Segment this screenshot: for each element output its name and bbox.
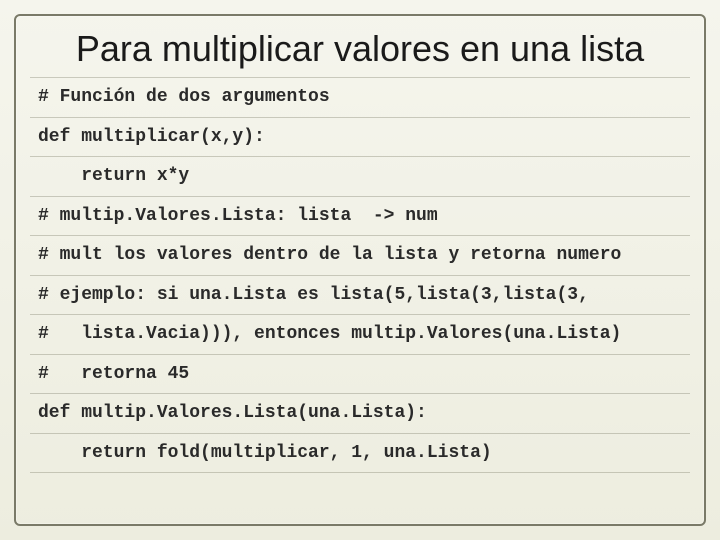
code-line: def multiplicar(x,y): <box>30 117 690 157</box>
slide: Para multiplicar valores en una lista # … <box>0 0 720 540</box>
code-line: return x*y <box>30 156 690 196</box>
code-line: # Función de dos argumentos <box>30 77 690 117</box>
code-line: def multip.Valores.Lista(una.Lista): <box>30 393 690 433</box>
code-line: return fold(multiplicar, 1, una.Lista) <box>30 433 690 474</box>
code-line: # multip.Valores.Lista: lista -> num <box>30 196 690 236</box>
code-line: # retorna 45 <box>30 354 690 394</box>
code-block: # Función de dos argumentos def multipli… <box>16 77 704 473</box>
slide-title: Para multiplicar valores en una lista <box>16 16 704 77</box>
code-line: # lista.Vacia))), entonces multip.Valore… <box>30 314 690 354</box>
code-line: # ejemplo: si una.Lista es lista(5,lista… <box>30 275 690 315</box>
code-line: # mult los valores dentro de la lista y … <box>30 235 690 275</box>
slide-frame: Para multiplicar valores en una lista # … <box>14 14 706 526</box>
